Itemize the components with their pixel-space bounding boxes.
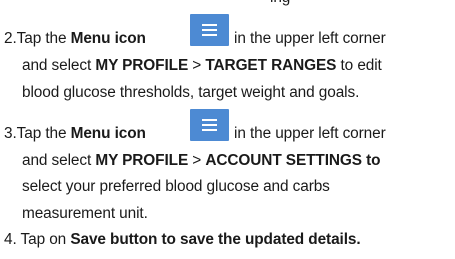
- menu-icon-label: Menu icon: [70, 125, 146, 142]
- step-3-line-1-tail: in the upper left corner: [234, 125, 386, 142]
- step-3-number: 3.: [4, 125, 17, 142]
- step-3-line-1: 3.Tap the Menu icon: [4, 125, 146, 142]
- menu-icon: [190, 109, 229, 141]
- step-2-line-2: and select MY PROFILE > TARGET RANGES to…: [22, 57, 382, 74]
- top-fragment-text: ing: [270, 0, 290, 9]
- step-2-number: 2.: [4, 30, 17, 47]
- my-profile-label: MY PROFILE: [95, 57, 189, 74]
- save-button-label: Save button to save the updated details.: [70, 231, 361, 248]
- account-settings-label: ACCOUNT SETTINGS to: [205, 152, 381, 169]
- menu-icon-label: Menu icon: [70, 30, 146, 47]
- my-profile-label: MY PROFILE: [95, 152, 189, 169]
- hamburger-menu-icon: [202, 119, 217, 131]
- step-4-line-1: 4. Tap on Save button to save the update…: [4, 231, 361, 248]
- hamburger-menu-icon: [202, 24, 217, 36]
- step-3-line-3: select your preferred blood glucose and …: [22, 178, 330, 195]
- clipped-top-text: ing: [0, 0, 455, 12]
- step-2-line-3: blood glucose thresholds, target weight …: [22, 84, 360, 101]
- step-2-line-1-tail: in the upper left corner: [234, 30, 386, 47]
- target-ranges-label: TARGET RANGES: [205, 57, 337, 74]
- step-3-line-2: and select MY PROFILE > ACCOUNT SETTINGS…: [22, 152, 381, 169]
- document-page: ing 2.Tap the Menu icon in the upper lef…: [0, 0, 455, 259]
- step-4-number: 4.: [4, 231, 17, 248]
- step-2-line-1: 2.Tap the Menu icon: [4, 30, 146, 47]
- step-3-line-4: measurement unit.: [22, 205, 148, 222]
- menu-icon: [190, 14, 229, 46]
